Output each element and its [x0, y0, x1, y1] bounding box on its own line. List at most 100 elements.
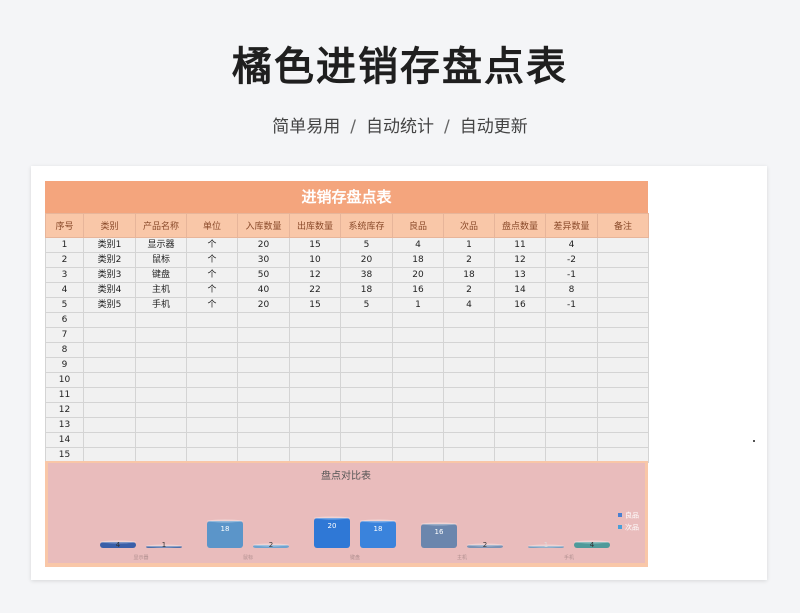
- table-cell[interactable]: 18: [443, 267, 495, 283]
- table-cell[interactable]: [83, 372, 136, 388]
- table-cell[interactable]: [597, 432, 649, 448]
- table-cell[interactable]: [443, 432, 495, 448]
- table-cell[interactable]: 15: [289, 237, 341, 253]
- table-cell[interactable]: [392, 327, 444, 343]
- table-cell[interactable]: [289, 342, 341, 358]
- table-cell[interactable]: 类别4: [83, 282, 136, 298]
- table-cell[interactable]: [135, 387, 187, 403]
- table-cell[interactable]: 38: [340, 267, 393, 283]
- table-cell[interactable]: [494, 342, 546, 358]
- table-cell[interactable]: [340, 432, 393, 448]
- table-cell[interactable]: [135, 327, 187, 343]
- table-cell[interactable]: 30: [237, 252, 290, 268]
- table-cell[interactable]: [392, 402, 444, 418]
- table-cell[interactable]: 手机: [135, 297, 187, 313]
- table-cell[interactable]: 18: [340, 282, 393, 298]
- table-cell[interactable]: [494, 402, 546, 418]
- table-cell[interactable]: [340, 312, 393, 328]
- table-cell[interactable]: 14: [45, 432, 84, 448]
- table-cell[interactable]: 4: [45, 282, 84, 298]
- table-cell[interactable]: [545, 417, 598, 433]
- table-cell[interactable]: [83, 417, 136, 433]
- table-cell[interactable]: [392, 432, 444, 448]
- table-cell[interactable]: [545, 387, 598, 403]
- table-cell[interactable]: 个: [186, 252, 238, 268]
- table-cell[interactable]: [289, 402, 341, 418]
- table-cell[interactable]: [392, 417, 444, 433]
- table-cell[interactable]: 类别5: [83, 297, 136, 313]
- table-cell[interactable]: [494, 312, 546, 328]
- table-cell[interactable]: [443, 372, 495, 388]
- table-cell[interactable]: 个: [186, 237, 238, 253]
- table-cell[interactable]: [135, 402, 187, 418]
- table-cell[interactable]: [340, 417, 393, 433]
- table-cell[interactable]: 个: [186, 267, 238, 283]
- table-cell[interactable]: 2: [443, 282, 495, 298]
- table-cell[interactable]: [494, 357, 546, 373]
- table-cell[interactable]: 40: [237, 282, 290, 298]
- table-cell[interactable]: 13: [45, 417, 84, 433]
- table-cell[interactable]: [597, 402, 649, 418]
- table-cell[interactable]: [83, 387, 136, 403]
- table-cell[interactable]: [237, 372, 290, 388]
- table-cell[interactable]: [186, 387, 238, 403]
- table-cell[interactable]: [289, 357, 341, 373]
- table-cell[interactable]: [545, 312, 598, 328]
- table-cell[interactable]: [392, 342, 444, 358]
- table-cell[interactable]: [237, 342, 290, 358]
- table-cell[interactable]: [597, 357, 649, 373]
- table-cell[interactable]: 个: [186, 282, 238, 298]
- table-cell[interactable]: [443, 417, 495, 433]
- table-cell[interactable]: [237, 432, 290, 448]
- table-cell[interactable]: 11: [45, 387, 84, 403]
- table-cell[interactable]: [237, 327, 290, 343]
- table-cell[interactable]: [392, 372, 444, 388]
- table-cell[interactable]: [135, 357, 187, 373]
- table-cell[interactable]: 类别2: [83, 252, 136, 268]
- table-cell[interactable]: [186, 402, 238, 418]
- table-cell[interactable]: 1: [443, 237, 495, 253]
- table-cell[interactable]: [83, 342, 136, 358]
- table-cell[interactable]: 5: [45, 297, 84, 313]
- table-cell[interactable]: 20: [237, 237, 290, 253]
- table-cell[interactable]: [597, 342, 649, 358]
- table-cell[interactable]: 1: [392, 297, 444, 313]
- table-cell[interactable]: 6: [45, 312, 84, 328]
- table-cell[interactable]: [186, 312, 238, 328]
- table-cell[interactable]: [186, 327, 238, 343]
- table-cell[interactable]: [340, 372, 393, 388]
- table-cell[interactable]: [597, 372, 649, 388]
- table-cell[interactable]: 20: [340, 252, 393, 268]
- table-cell[interactable]: [289, 312, 341, 328]
- table-cell[interactable]: [392, 312, 444, 328]
- table-cell[interactable]: [545, 357, 598, 373]
- table-cell[interactable]: 7: [45, 327, 84, 343]
- table-cell[interactable]: -1: [545, 267, 598, 283]
- table-cell[interactable]: 4: [392, 237, 444, 253]
- table-cell[interactable]: [597, 312, 649, 328]
- table-cell[interactable]: [83, 327, 136, 343]
- table-cell[interactable]: [597, 252, 649, 268]
- table-cell[interactable]: [494, 432, 546, 448]
- table-cell[interactable]: 键盘: [135, 267, 187, 283]
- table-cell[interactable]: [443, 312, 495, 328]
- table-cell[interactable]: 1: [45, 237, 84, 253]
- table-cell[interactable]: 12: [494, 252, 546, 268]
- table-cell[interactable]: 12: [289, 267, 341, 283]
- table-cell[interactable]: 14: [494, 282, 546, 298]
- table-cell[interactable]: [135, 312, 187, 328]
- table-cell[interactable]: 2: [443, 252, 495, 268]
- table-cell[interactable]: [340, 342, 393, 358]
- table-cell[interactable]: [443, 327, 495, 343]
- table-cell[interactable]: [597, 417, 649, 433]
- table-cell[interactable]: 16: [392, 282, 444, 298]
- table-cell[interactable]: [135, 417, 187, 433]
- table-cell[interactable]: 18: [392, 252, 444, 268]
- table-cell[interactable]: [289, 387, 341, 403]
- table-cell[interactable]: [289, 432, 341, 448]
- table-cell[interactable]: [83, 432, 136, 448]
- table-cell[interactable]: 类别3: [83, 267, 136, 283]
- table-cell[interactable]: 13: [494, 267, 546, 283]
- table-cell[interactable]: [83, 402, 136, 418]
- table-cell[interactable]: 10: [45, 372, 84, 388]
